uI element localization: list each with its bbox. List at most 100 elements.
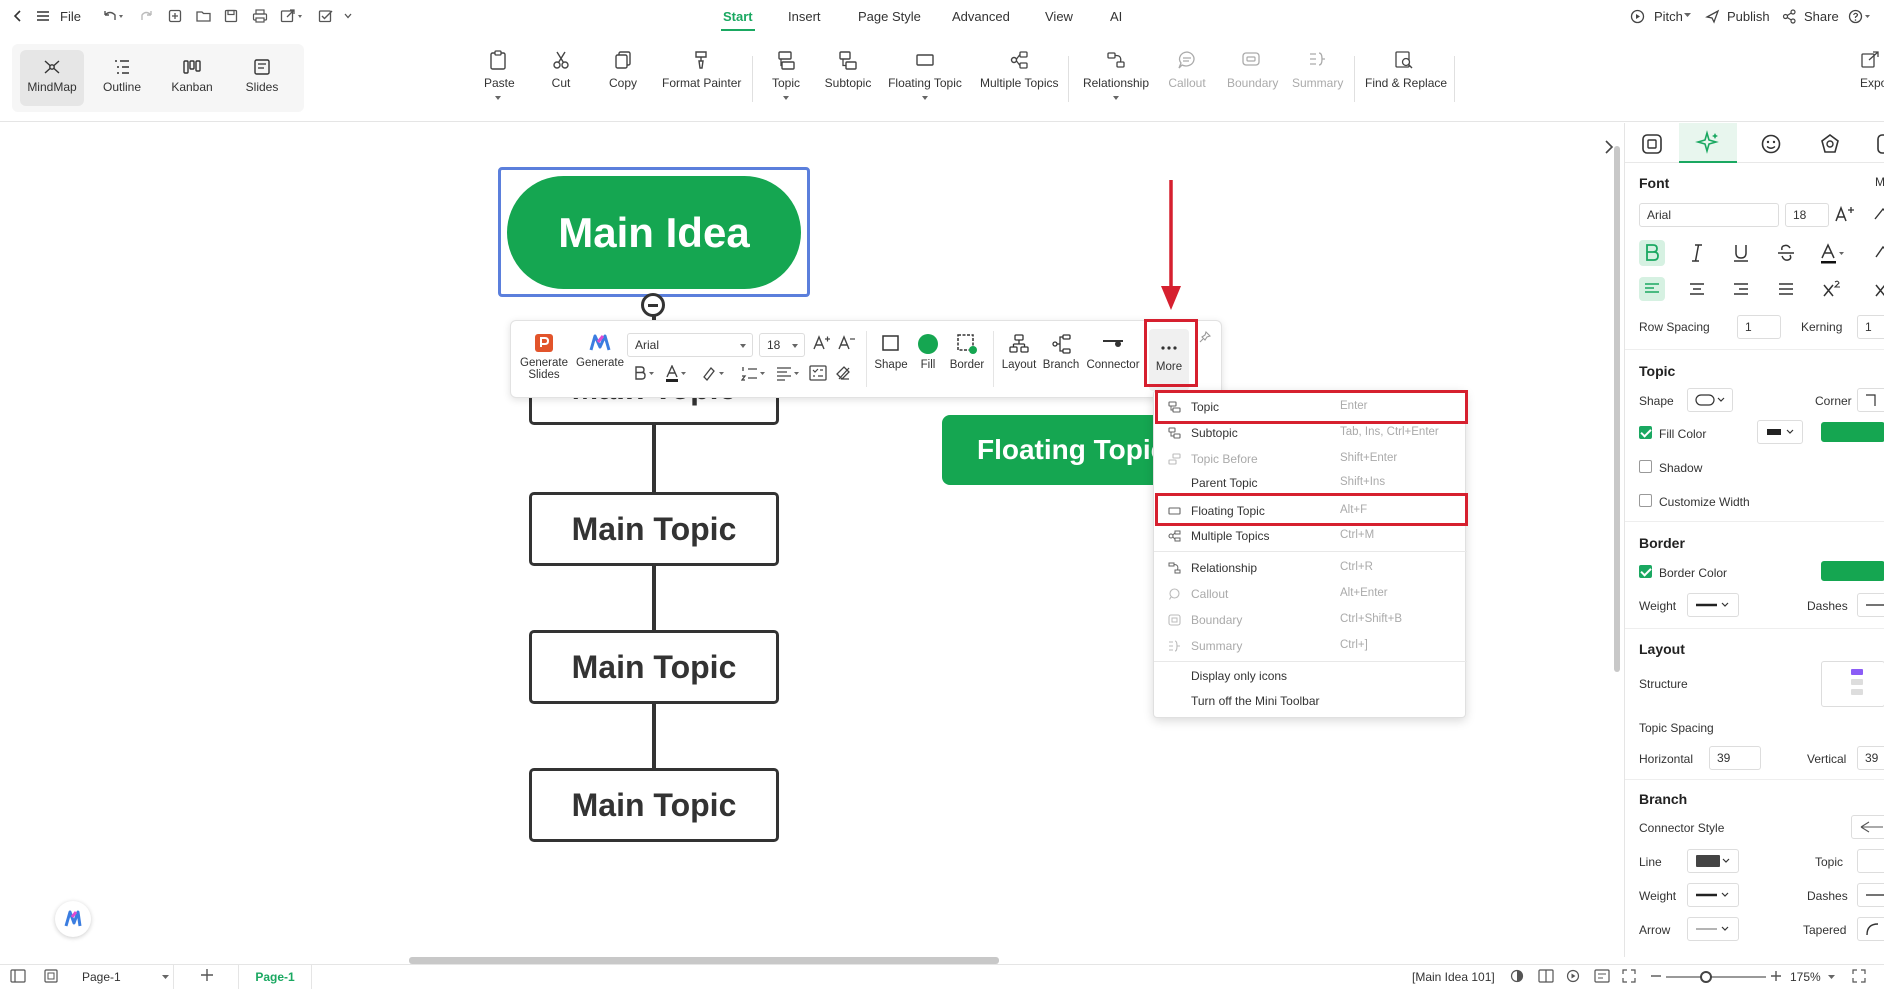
- menu-item-parent-topic[interactable]: Parent Topic Shift+Ins: [1154, 471, 1467, 495]
- menu-item-turn-off-mini-toolbar[interactable]: Turn off the Mini Toolbar: [1154, 689, 1467, 713]
- fullscreen-icon[interactable]: [1852, 969, 1866, 983]
- tab-page-style[interactable]: Page Style: [858, 9, 921, 24]
- tab-theme-icon[interactable]: [1819, 133, 1841, 155]
- vertical-scrollbar[interactable]: [1614, 146, 1620, 672]
- increase-font-icon[interactable]: [813, 335, 831, 351]
- menu-item-relationship[interactable]: Relationship Ctrl+R: [1154, 556, 1467, 580]
- align-center-icon[interactable]: [1687, 280, 1707, 298]
- bold-toggle[interactable]: [1639, 240, 1665, 266]
- pitch-button[interactable]: Pitch: [1654, 9, 1683, 24]
- border-dashes-select[interactable]: [1857, 593, 1884, 617]
- text-align-icon[interactable]: [775, 365, 801, 381]
- cut-button[interactable]: Cut: [549, 50, 573, 90]
- branch-weight-select[interactable]: [1687, 883, 1739, 907]
- undo-icon[interactable]: [102, 9, 124, 23]
- more-options-chevron-icon[interactable]: [344, 12, 352, 20]
- view-slides-button[interactable]: Slides: [230, 50, 294, 106]
- share-icon[interactable]: [1782, 9, 1797, 24]
- summary-button[interactable]: Summary: [1292, 50, 1343, 90]
- publish-icon[interactable]: [1705, 9, 1720, 24]
- presentation-icon[interactable]: [1594, 969, 1610, 983]
- boundary-button[interactable]: Boundary: [1227, 50, 1278, 90]
- border-color-checkbox[interactable]: [1639, 565, 1652, 578]
- theme-icon[interactable]: [1510, 969, 1524, 983]
- pin-icon[interactable]: [1199, 331, 1211, 343]
- main-idea-node[interactable]: Main Idea: [507, 176, 801, 289]
- copy-button[interactable]: Copy: [609, 50, 637, 90]
- shape-button[interactable]: Shape: [873, 333, 909, 371]
- panel-font-family-select[interactable]: Arial: [1639, 203, 1779, 227]
- callout-button[interactable]: Callout: [1167, 50, 1207, 90]
- collapse-panel-chevron-icon[interactable]: [1604, 139, 1614, 155]
- sidebar-toggle-icon[interactable]: [10, 969, 26, 983]
- multiple-topics-button[interactable]: Multiple Topics: [980, 50, 1058, 90]
- tab-emoji-icon[interactable]: [1760, 133, 1782, 155]
- menu-item-boundary[interactable]: Boundary Ctrl+Shift+B: [1154, 608, 1467, 632]
- font-color-icon[interactable]: [1819, 243, 1847, 265]
- relationship-button[interactable]: Relationship: [1082, 50, 1150, 100]
- fill-style-select[interactable]: [1757, 420, 1803, 444]
- task-icon[interactable]: [318, 9, 334, 23]
- highlight-icon[interactable]: [701, 365, 727, 381]
- export-button[interactable]: Expo: [1860, 50, 1884, 90]
- justify-icon[interactable]: [1776, 280, 1796, 298]
- vertical-spacing-input[interactable]: 39: [1857, 746, 1884, 770]
- font-size-select[interactable]: 18: [759, 333, 805, 357]
- save-icon[interactable]: [224, 9, 238, 23]
- eraser-icon[interactable]: [1873, 205, 1884, 223]
- font-color-icon[interactable]: [665, 365, 689, 383]
- structure-select[interactable]: [1821, 661, 1884, 707]
- tab-more-icon[interactable]: [1877, 133, 1884, 155]
- line-topic-select[interactable]: [1857, 849, 1884, 873]
- help-icon[interactable]: [1848, 9, 1872, 24]
- branch-button[interactable]: Branch: [1041, 333, 1081, 371]
- new-file-icon[interactable]: [168, 9, 182, 23]
- menu-item-display-only-icons[interactable]: Display only icons: [1154, 664, 1467, 688]
- menu-item-subtopic[interactable]: Subtopic Tab, Ins, Ctrl+Enter: [1154, 421, 1467, 445]
- tab-start[interactable]: Start: [721, 9, 755, 31]
- tab-advanced[interactable]: Advanced: [952, 9, 1010, 24]
- book-view-icon[interactable]: [1538, 969, 1554, 983]
- collapse-toggle[interactable]: [641, 293, 665, 317]
- kerning-input[interactable]: 1: [1857, 315, 1884, 339]
- highlight-icon[interactable]: [1873, 243, 1884, 263]
- page-view-icon[interactable]: [44, 969, 58, 983]
- tab-insert[interactable]: Insert: [788, 9, 821, 24]
- share-button[interactable]: Share: [1804, 9, 1839, 24]
- generate-slides-button[interactable]: Generate Slides: [517, 333, 571, 381]
- export-icon[interactable]: [280, 9, 304, 23]
- format-painter-button[interactable]: Format Painter: [662, 50, 741, 90]
- border-color-swatch[interactable]: [1821, 561, 1884, 581]
- view-kanban-button[interactable]: Kanban: [160, 50, 224, 106]
- border-button[interactable]: Border: [947, 333, 987, 371]
- strikethrough-icon[interactable]: [1776, 243, 1796, 263]
- pitch-chevron-icon[interactable]: [1684, 13, 1691, 18]
- view-outline-button[interactable]: Outline: [90, 50, 154, 106]
- play-icon[interactable]: [1566, 969, 1580, 983]
- bold-icon[interactable]: [633, 365, 657, 381]
- italic-icon[interactable]: [1687, 243, 1707, 263]
- paste-button[interactable]: Paste: [484, 50, 515, 100]
- zoom-out-icon[interactable]: [1650, 969, 1662, 983]
- tab-ai-format[interactable]: [1679, 123, 1737, 163]
- hamburger-menu-icon[interactable]: [36, 10, 50, 22]
- arrow-select[interactable]: [1687, 917, 1739, 941]
- fill-button[interactable]: Fill: [913, 333, 943, 371]
- align-right-icon[interactable]: [1731, 280, 1751, 298]
- numbering-icon[interactable]: [741, 365, 767, 381]
- redo-icon[interactable]: [140, 9, 154, 23]
- page-select[interactable]: Page-1: [74, 965, 174, 989]
- page-tab[interactable]: Page-1: [238, 965, 312, 989]
- menu-item-topic-before[interactable]: Topic Before Shift+Enter: [1154, 447, 1467, 471]
- tab-style-icon[interactable]: [1641, 133, 1663, 155]
- menu-item-multiple-topics[interactable]: Multiple Topics Ctrl+M: [1154, 524, 1467, 548]
- view-mindmap-button[interactable]: MindMap: [20, 50, 84, 106]
- panel-font-size-select[interactable]: 18: [1785, 203, 1829, 227]
- align-left-toggle[interactable]: [1639, 277, 1665, 301]
- border-weight-select[interactable]: [1687, 593, 1739, 617]
- increase-font-icon[interactable]: [1835, 205, 1855, 223]
- corner-select[interactable]: [1857, 388, 1884, 412]
- tab-view[interactable]: View: [1045, 9, 1073, 24]
- back-icon[interactable]: [12, 9, 24, 23]
- menu-item-summary[interactable]: Summary Ctrl+]: [1154, 634, 1467, 658]
